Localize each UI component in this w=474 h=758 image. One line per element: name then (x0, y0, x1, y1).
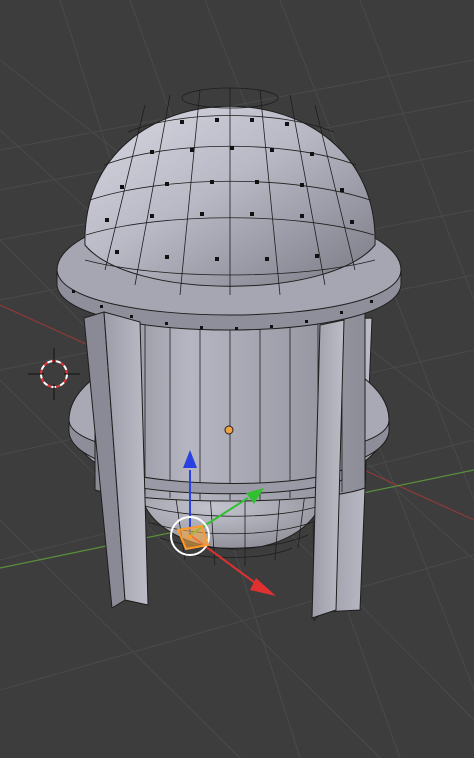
viewport-canvas[interactable] (0, 0, 474, 758)
origin-dot-icon (224, 425, 234, 435)
x-axis-arrow-icon[interactable] (250, 578, 276, 596)
3d-viewport[interactable] (0, 0, 474, 758)
dome[interactable] (84, 87, 376, 296)
